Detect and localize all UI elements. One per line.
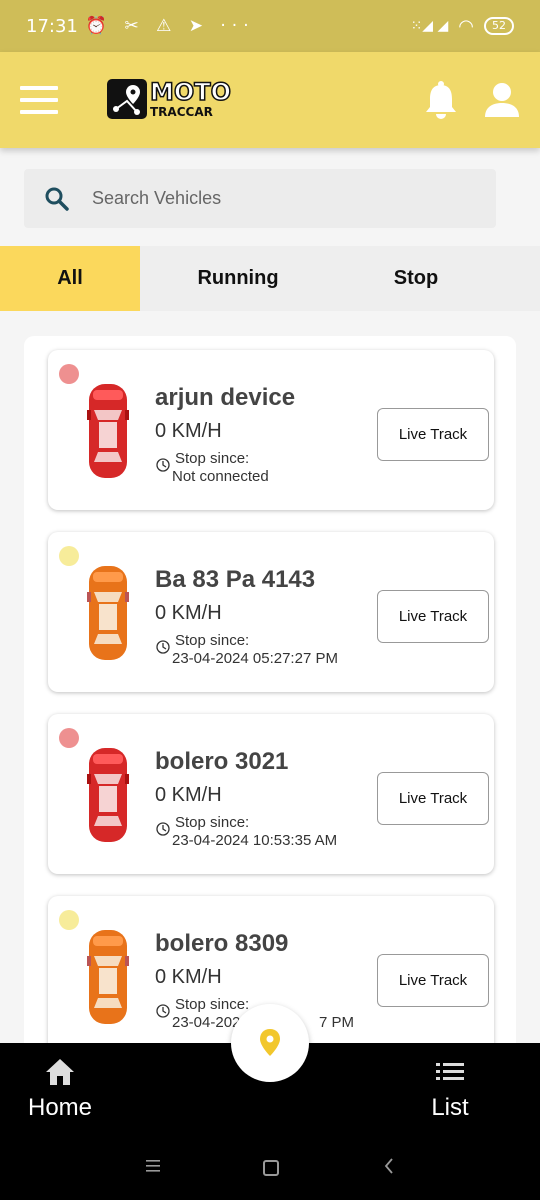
list-icon (436, 1063, 464, 1080)
menu-icon[interactable] (20, 86, 58, 114)
vehicle-name: Ba 83 Pa 4143 (155, 566, 316, 593)
nav-home[interactable]: Home (22, 1057, 98, 1122)
status-dot (59, 546, 79, 566)
live-track-button[interactable]: Live Track (377, 954, 489, 1007)
stop-since-label: Stop since: (175, 450, 250, 467)
stop-since-value: 23-04-2024 05:27:27 PM (172, 650, 338, 667)
search-input[interactable] (90, 187, 454, 210)
status-bar: 17:31 ⏰ ✂ ⚠ ➤ ··· ⁙◢ ◢ ◠ 52 (0, 0, 540, 52)
vehicle-list: arjun device 0 KM/H Stop since: Not conn… (24, 336, 516, 1056)
stop-since-value: Not connected (172, 468, 269, 485)
stop-since-value: 23-04-2024 10:53:35 AM (172, 832, 338, 849)
app-bar: MOTO TRACCAR (0, 52, 540, 148)
clock-icon (156, 640, 170, 654)
battery-icon: 52 (484, 17, 514, 35)
red-car-icon (87, 748, 129, 842)
nav-list-label: List (431, 1094, 469, 1121)
vehicle-name: bolero 8309 (155, 930, 289, 957)
live-track-button[interactable]: Live Track (377, 408, 489, 461)
route-pin-icon (107, 79, 147, 119)
stop-since-label: Stop since: (175, 996, 250, 1013)
status-dot (59, 728, 79, 748)
tab-stop[interactable]: Stop (336, 246, 496, 311)
tab-all[interactable]: All (0, 246, 140, 311)
vehicle-card[interactable]: bolero 3021 0 KM/H Stop since: 23-04-202… (48, 714, 494, 874)
vehicle-name: bolero 3021 (155, 748, 289, 775)
search-bar[interactable] (24, 169, 496, 228)
user-icon[interactable] (484, 82, 520, 118)
vehicle-card[interactable]: arjun device 0 KM/H Stop since: Not conn… (48, 350, 494, 510)
vehicle-speed: 0 KM/H (155, 602, 222, 624)
clock-icon (156, 1004, 170, 1018)
orange-car-icon (87, 566, 129, 660)
vehicle-name: arjun device (155, 384, 296, 411)
logo-subtitle: TRACCAR (150, 105, 213, 119)
status-dot (59, 910, 79, 930)
stop-since-label: Stop since: (175, 632, 250, 649)
location-pin-icon (260, 1029, 280, 1056)
clock-icon (156, 822, 170, 836)
stop-since-label: Stop since: (175, 814, 250, 831)
vehicle-speed: 0 KM/H (155, 420, 222, 442)
home-icon (46, 1059, 74, 1085)
tab-running[interactable]: Running (140, 246, 336, 311)
search-icon (45, 187, 69, 211)
system-nav-bar (0, 1136, 540, 1200)
vehicle-speed: 0 KM/H (155, 966, 222, 988)
red-car-icon (87, 384, 129, 478)
orange-car-icon (87, 930, 129, 1024)
live-track-button[interactable]: Live Track (377, 590, 489, 643)
nav-home-label: Home (27, 1094, 93, 1121)
notification-icons: ⏰ ✂ ⚠ ➤ ··· (85, 16, 255, 36)
live-track-button[interactable]: Live Track (377, 772, 489, 825)
stop-since-value-tail: 7 PM (319, 1014, 355, 1031)
logo-title: MOTO (149, 78, 232, 106)
wifi-icon: ◠ (458, 15, 474, 37)
recent-apps-icon[interactable] (146, 1160, 160, 1172)
map-fab-button[interactable] (231, 1004, 309, 1082)
status-time: 17:31 (26, 15, 78, 37)
filter-tabs: All Running Stop (0, 246, 540, 311)
app-logo: MOTO TRACCAR (107, 78, 232, 119)
back-icon[interactable] (383, 1158, 395, 1174)
vehicle-speed: 0 KM/H (155, 784, 222, 806)
bell-icon[interactable] (422, 80, 460, 120)
system-home-icon[interactable] (263, 1160, 279, 1176)
status-dot (59, 364, 79, 384)
stop-since-value: 23-04-202 (172, 1014, 241, 1031)
nav-list[interactable]: List (420, 1057, 480, 1122)
signal-icon: ⁙◢ ◢ (410, 18, 449, 34)
vehicle-card[interactable]: Ba 83 Pa 4143 0 KM/H Stop since: 23-04-2… (48, 532, 494, 692)
clock-icon (156, 458, 170, 472)
